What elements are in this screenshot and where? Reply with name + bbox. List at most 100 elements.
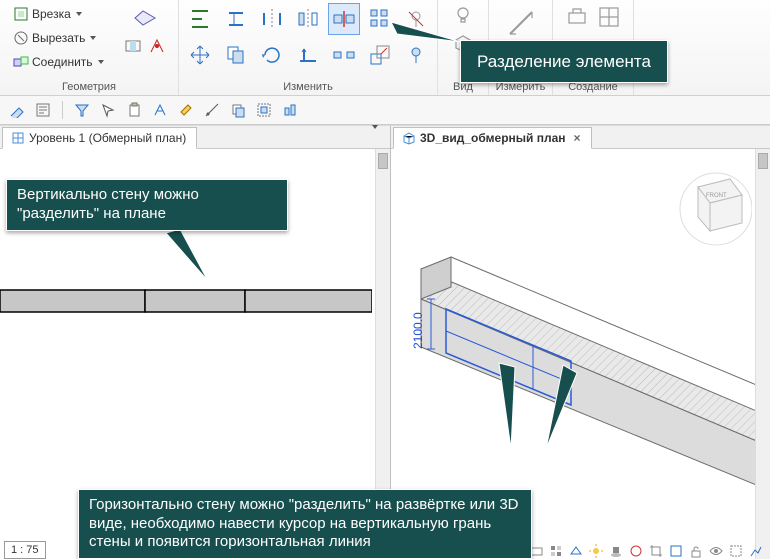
create-similar-icon bbox=[565, 5, 589, 29]
split-gap-icon bbox=[332, 43, 356, 67]
mirror-axis-icon bbox=[260, 7, 284, 31]
paint-icon bbox=[178, 102, 194, 118]
soedinit-button[interactable]: Соединить bbox=[9, 50, 119, 74]
qat-copy[interactable] bbox=[227, 99, 249, 121]
vc-sun[interactable] bbox=[588, 543, 604, 559]
geom-tool-3[interactable] bbox=[145, 34, 169, 58]
measure-button[interactable] bbox=[500, 2, 542, 44]
create-tool-2[interactable] bbox=[594, 2, 624, 32]
family-editor-icon bbox=[597, 5, 621, 29]
workspace: Уровень 1 (Обмерный план) Вертикально ст… bbox=[0, 125, 770, 559]
vyrezat-button[interactable]: Вырезать bbox=[9, 26, 119, 50]
mirror-draw-icon bbox=[296, 7, 320, 31]
geom-tool-1[interactable] bbox=[129, 2, 161, 34]
vc-temp[interactable] bbox=[728, 543, 744, 559]
offset-icon bbox=[224, 7, 248, 31]
move-icon bbox=[188, 43, 212, 67]
clipboard-icon bbox=[126, 102, 142, 118]
vrezka-button[interactable]: Врезка bbox=[9, 2, 119, 26]
visual-style-icon bbox=[569, 544, 583, 558]
align-button[interactable] bbox=[184, 3, 216, 35]
chevron-down-icon bbox=[98, 60, 104, 64]
callout-3d-text: Горизонтально стену можно "разделить" на… bbox=[89, 496, 519, 551]
copy-button[interactable] bbox=[220, 39, 252, 71]
tab-menu-button[interactable] bbox=[370, 129, 386, 145]
cut-shape-icon bbox=[13, 30, 29, 46]
measure-icon bbox=[504, 6, 538, 40]
3d-icon bbox=[402, 131, 416, 145]
notch-icon bbox=[13, 6, 29, 22]
qat-match[interactable] bbox=[149, 99, 171, 121]
crop-icon bbox=[649, 544, 663, 558]
vc-analytical[interactable] bbox=[748, 543, 764, 559]
create-tool-1[interactable] bbox=[562, 2, 592, 32]
mirror-axis-button[interactable] bbox=[256, 3, 288, 35]
tab-3d-view[interactable]: 3D_вид_обмерный план × bbox=[393, 127, 592, 149]
plan-scale-bar: 1 : 75 bbox=[4, 541, 46, 559]
vyrezat-label: Вырезать bbox=[32, 31, 85, 45]
modify-arrow-icon bbox=[9, 102, 25, 118]
ribbon-group-label-geometry: Геометрия bbox=[4, 80, 174, 95]
detail-level-icon bbox=[549, 544, 563, 558]
chevron-down-icon bbox=[90, 36, 96, 40]
properties-icon bbox=[35, 102, 51, 118]
qat-modify[interactable] bbox=[6, 99, 28, 121]
3d-scrollbar[interactable] bbox=[755, 149, 770, 559]
soedinit-label: Соединить bbox=[32, 55, 93, 69]
sun-icon bbox=[589, 544, 603, 558]
demolish-icon bbox=[148, 37, 166, 55]
split-gap-button[interactable] bbox=[328, 39, 360, 71]
chevron-down-icon bbox=[76, 12, 82, 16]
tab-3d-label: 3D_вид_обмерный план bbox=[420, 131, 566, 145]
qat-group[interactable] bbox=[253, 99, 275, 121]
crop-visible-icon bbox=[669, 544, 683, 558]
chevron-down-icon bbox=[372, 125, 378, 143]
shadow-icon bbox=[609, 544, 623, 558]
vc-crop[interactable] bbox=[648, 543, 664, 559]
tab-plan-view[interactable]: Уровень 1 (Обмерный план) bbox=[2, 127, 197, 149]
geom-tool-2[interactable] bbox=[121, 34, 145, 58]
qat-paste[interactable] bbox=[123, 99, 145, 121]
split-element-button[interactable] bbox=[328, 3, 360, 35]
callout-ribbon-text: Разделение элемента bbox=[477, 52, 651, 71]
view-control-bar bbox=[528, 543, 764, 559]
vc-hide[interactable] bbox=[708, 543, 724, 559]
callout-plan-pointer bbox=[160, 227, 220, 287]
close-icon[interactable]: × bbox=[574, 131, 581, 145]
rotate-button[interactable] bbox=[256, 39, 288, 71]
dimension-label: 2100.0 bbox=[411, 312, 425, 349]
vc-shadow[interactable] bbox=[608, 543, 624, 559]
render-icon bbox=[629, 544, 643, 558]
copy-small-icon bbox=[230, 102, 246, 118]
copy-icon bbox=[224, 43, 248, 67]
move-button[interactable] bbox=[184, 39, 216, 71]
group-icon bbox=[256, 102, 272, 118]
vc-crop-show[interactable] bbox=[668, 543, 684, 559]
callout-ribbon: Разделение элемента bbox=[460, 40, 668, 83]
qat-select[interactable] bbox=[97, 99, 119, 121]
tab-plan-label: Уровень 1 (Обмерный план) bbox=[29, 131, 186, 145]
trim-button[interactable] bbox=[292, 39, 324, 71]
vc-visual[interactable] bbox=[568, 543, 584, 559]
rotate-icon bbox=[260, 43, 284, 67]
qat-properties[interactable] bbox=[32, 99, 54, 121]
plan-scale-value[interactable]: 1 : 75 bbox=[4, 541, 46, 559]
vc-render[interactable] bbox=[628, 543, 644, 559]
mirror-draw-button[interactable] bbox=[292, 3, 324, 35]
qat-linework[interactable] bbox=[201, 99, 223, 121]
vc-lock[interactable] bbox=[688, 543, 704, 559]
wall-plan-drawing bbox=[0, 284, 372, 324]
filter-icon bbox=[74, 102, 90, 118]
vrezka-label: Врезка bbox=[32, 7, 71, 21]
align-icon bbox=[188, 7, 212, 31]
ribbon-group-geometry: Врезка Вырезать Соединить bbox=[0, 0, 179, 95]
trim-extend-icon bbox=[296, 43, 320, 67]
qat-paint[interactable] bbox=[175, 99, 197, 121]
tabbar-right: 3D_вид_обмерный план × bbox=[391, 126, 770, 149]
ribbon: Врезка Вырезать Соединить bbox=[0, 0, 770, 96]
vc-detail[interactable] bbox=[548, 543, 564, 559]
offset-button[interactable] bbox=[220, 3, 252, 35]
qat-filter[interactable] bbox=[71, 99, 93, 121]
quick-access-toolbar bbox=[0, 96, 770, 125]
qat-assembly[interactable] bbox=[279, 99, 301, 121]
